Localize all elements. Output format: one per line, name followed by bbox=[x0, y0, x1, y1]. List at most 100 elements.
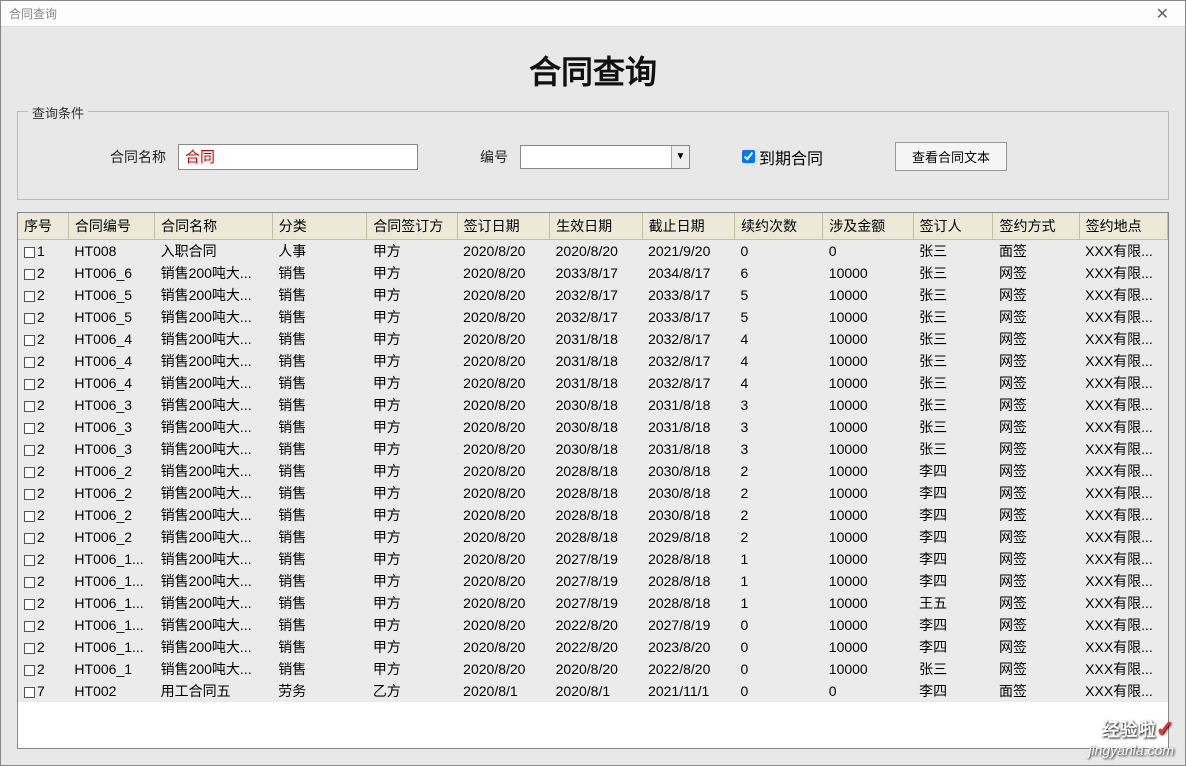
cell: 2 bbox=[18, 592, 68, 614]
cell: 乙方 bbox=[367, 680, 457, 702]
row-checkbox[interactable] bbox=[24, 533, 35, 544]
table-row[interactable]: 2HT006_2销售200吨大...销售甲方2020/8/202028/8/18… bbox=[18, 460, 1168, 482]
cell: XXX有限... bbox=[1079, 570, 1167, 592]
close-icon[interactable]: ✕ bbox=[1148, 4, 1177, 24]
table-row[interactable]: 2HT006_3销售200吨大...销售甲方2020/8/202030/8/18… bbox=[18, 394, 1168, 416]
table-row[interactable]: 2HT006_4销售200吨大...销售甲方2020/8/202031/8/18… bbox=[18, 328, 1168, 350]
cell: 网签 bbox=[993, 614, 1079, 636]
table-row[interactable]: 2HT006_4销售200吨大...销售甲方2020/8/202031/8/18… bbox=[18, 372, 1168, 394]
row-checkbox[interactable] bbox=[24, 687, 35, 698]
cell: 2033/8/17 bbox=[642, 306, 734, 328]
col-header[interactable]: 序号 bbox=[18, 213, 68, 240]
row-checkbox[interactable] bbox=[24, 313, 35, 324]
table-row[interactable]: 2HT006_3销售200吨大...销售甲方2020/8/202030/8/18… bbox=[18, 416, 1168, 438]
cell: 2022/8/20 bbox=[642, 658, 734, 680]
row-checkbox[interactable] bbox=[24, 511, 35, 522]
table-row[interactable]: 1HT008入职合同人事甲方2020/8/202020/8/202021/9/2… bbox=[18, 240, 1168, 263]
cell: 2020/8/20 bbox=[457, 570, 549, 592]
cell: 人事 bbox=[272, 240, 367, 263]
col-header[interactable]: 涉及金额 bbox=[823, 213, 913, 240]
table-row[interactable]: 2HT006_4销售200吨大...销售甲方2020/8/202031/8/18… bbox=[18, 350, 1168, 372]
row-checkbox[interactable] bbox=[24, 445, 35, 456]
row-checkbox[interactable] bbox=[24, 577, 35, 588]
cell: 甲方 bbox=[367, 570, 457, 592]
cell: 1 bbox=[735, 592, 823, 614]
table-row[interactable]: 2HT006_1...销售200吨大...销售甲方2020/8/202027/8… bbox=[18, 570, 1168, 592]
row-checkbox[interactable] bbox=[24, 423, 35, 434]
row-checkbox[interactable] bbox=[24, 335, 35, 346]
cell: 网签 bbox=[993, 306, 1079, 328]
table-row[interactable]: 2HT006_2销售200吨大...销售甲方2020/8/202028/8/18… bbox=[18, 526, 1168, 548]
row-checkbox[interactable] bbox=[24, 357, 35, 368]
cell: 销售 bbox=[272, 262, 367, 284]
col-header[interactable]: 签约地点 bbox=[1079, 213, 1167, 240]
col-header[interactable]: 分类 bbox=[272, 213, 367, 240]
row-checkbox[interactable] bbox=[24, 643, 35, 654]
table-row[interactable]: 2HT006_5销售200吨大...销售甲方2020/8/202032/8/17… bbox=[18, 306, 1168, 328]
row-checkbox[interactable] bbox=[24, 621, 35, 632]
row-checkbox[interactable] bbox=[24, 489, 35, 500]
row-checkbox[interactable] bbox=[24, 665, 35, 676]
table-row[interactable]: 2HT006_1...销售200吨大...销售甲方2020/8/202027/8… bbox=[18, 592, 1168, 614]
cell: XXX有限... bbox=[1079, 614, 1167, 636]
cell: HT006_2 bbox=[68, 504, 154, 526]
row-checkbox[interactable] bbox=[24, 247, 35, 258]
col-header[interactable]: 生效日期 bbox=[550, 213, 642, 240]
table-row[interactable]: 2HT006_1销售200吨大...销售甲方2020/8/202020/8/20… bbox=[18, 658, 1168, 680]
cell: 2021/9/20 bbox=[642, 240, 734, 263]
cell: XXX有限... bbox=[1079, 680, 1167, 702]
chevron-down-icon[interactable]: ▼ bbox=[671, 146, 689, 168]
row-checkbox[interactable] bbox=[24, 291, 35, 302]
cell: 2022/8/20 bbox=[550, 636, 642, 658]
cell: 2030/8/18 bbox=[550, 394, 642, 416]
expired-checkbox[interactable] bbox=[742, 150, 755, 163]
cell: 2 bbox=[18, 658, 68, 680]
table-row[interactable]: 2HT006_2销售200吨大...销售甲方2020/8/202028/8/18… bbox=[18, 482, 1168, 504]
table-row[interactable]: 2HT006_1...销售200吨大...销售甲方2020/8/202027/8… bbox=[18, 548, 1168, 570]
table-row[interactable]: 2HT006_1...销售200吨大...销售甲方2020/8/202022/8… bbox=[18, 636, 1168, 658]
row-checkbox[interactable] bbox=[24, 599, 35, 610]
cell: 网签 bbox=[993, 592, 1079, 614]
col-header[interactable]: 截止日期 bbox=[642, 213, 734, 240]
cell: 2021/11/1 bbox=[642, 680, 734, 702]
col-header[interactable]: 合同名称 bbox=[155, 213, 273, 240]
cell: 网签 bbox=[993, 328, 1079, 350]
cell: 甲方 bbox=[367, 460, 457, 482]
col-header[interactable]: 合同编号 bbox=[68, 213, 154, 240]
cell: 甲方 bbox=[367, 306, 457, 328]
row-checkbox[interactable] bbox=[24, 555, 35, 566]
table-row[interactable]: 2HT006_5销售200吨大...销售甲方2020/8/202032/8/17… bbox=[18, 284, 1168, 306]
cell: 销售 bbox=[272, 350, 367, 372]
row-checkbox[interactable] bbox=[24, 467, 35, 478]
table-row[interactable]: 7HT002用工合同五劳务乙方2020/8/12020/8/12021/11/1… bbox=[18, 680, 1168, 702]
table-scroll[interactable]: 序号合同编号合同名称分类合同签订方签订日期生效日期截止日期续约次数涉及金额签订人… bbox=[18, 213, 1168, 748]
row-checkbox[interactable] bbox=[24, 401, 35, 412]
view-contract-button[interactable]: 查看合同文本 bbox=[895, 142, 1007, 171]
cell: 2020/8/20 bbox=[457, 240, 549, 263]
expired-checkbox-wrap[interactable]: 到期合同 bbox=[742, 145, 823, 169]
contract-code-combo[interactable]: ▼ bbox=[520, 145, 690, 169]
cell: 2028/8/18 bbox=[550, 526, 642, 548]
cell: 2020/8/20 bbox=[457, 592, 549, 614]
row-checkbox[interactable] bbox=[24, 379, 35, 390]
row-checkbox[interactable] bbox=[24, 269, 35, 280]
col-header[interactable]: 续约次数 bbox=[735, 213, 823, 240]
app-window: 合同查询 ✕ 合同查询 查询条件 合同名称 编号 ▼ 到期合同 查看合同文本 序… bbox=[0, 0, 1186, 766]
table-row[interactable]: 2HT006_6销售200吨大...销售甲方2020/8/202033/8/17… bbox=[18, 262, 1168, 284]
cell: 销售 bbox=[272, 548, 367, 570]
table-row[interactable]: 2HT006_3销售200吨大...销售甲方2020/8/202030/8/18… bbox=[18, 438, 1168, 460]
cell: HT006_6 bbox=[68, 262, 154, 284]
cell: HT006_1... bbox=[68, 614, 154, 636]
col-header[interactable]: 签订人 bbox=[913, 213, 993, 240]
col-header[interactable]: 签订日期 bbox=[457, 213, 549, 240]
cell: 销售 bbox=[272, 526, 367, 548]
cell: 李四 bbox=[913, 526, 993, 548]
col-header[interactable]: 签约方式 bbox=[993, 213, 1079, 240]
table-row[interactable]: 2HT006_2销售200吨大...销售甲方2020/8/202028/8/18… bbox=[18, 504, 1168, 526]
cell: 10000 bbox=[823, 328, 913, 350]
cell: 2020/8/20 bbox=[457, 262, 549, 284]
contract-name-input[interactable] bbox=[178, 144, 418, 170]
col-header[interactable]: 合同签订方 bbox=[367, 213, 457, 240]
cell: 销售 bbox=[272, 306, 367, 328]
table-row[interactable]: 2HT006_1...销售200吨大...销售甲方2020/8/202022/8… bbox=[18, 614, 1168, 636]
